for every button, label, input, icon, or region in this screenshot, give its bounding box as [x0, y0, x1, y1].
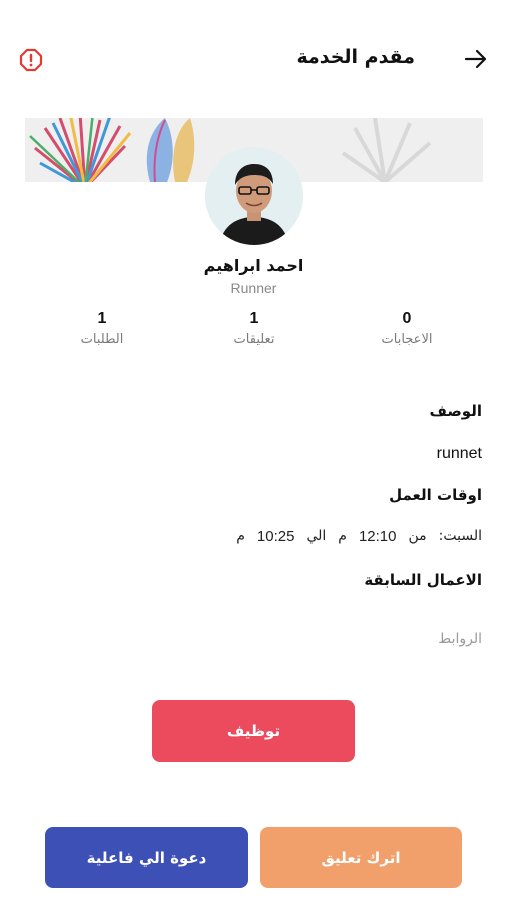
- page-title: مقدم الخدمة: [296, 46, 415, 68]
- app-header: مقدم الخدمة: [0, 0, 507, 120]
- hire-button[interactable]: توظيف: [152, 700, 355, 762]
- to-period: م: [236, 528, 245, 544]
- stat-likes[interactable]: 0 الاعجابات: [352, 310, 462, 347]
- likes-label: الاعجابات: [381, 332, 433, 347]
- from-period: م: [338, 528, 347, 544]
- work-hours-title: اوقات العمل: [389, 486, 482, 504]
- likes-count: 0: [402, 310, 412, 327]
- stat-orders[interactable]: 1 الطلبات: [47, 310, 157, 347]
- invite-to-event-button[interactable]: دعوة الي فاعلية: [45, 827, 248, 888]
- comments-label: تعليقات: [233, 332, 275, 347]
- from-label: من: [408, 528, 427, 544]
- alert-octagon-icon: [19, 48, 43, 72]
- work-hours-row: السبت: من 12:10 م الي 10:25 م: [236, 528, 482, 545]
- comments-count: 1: [249, 310, 259, 327]
- back-button[interactable]: [459, 44, 493, 74]
- to-time: 10:25: [256, 528, 295, 545]
- leave-comment-button[interactable]: اترك تعليق: [260, 827, 462, 888]
- user-role: Runner: [230, 280, 277, 296]
- description-title: الوصف: [429, 402, 482, 420]
- user-name: احمد ابراهيم: [203, 256, 304, 275]
- to-label: الي: [306, 528, 327, 544]
- arrow-right-icon: [464, 49, 487, 69]
- report-button[interactable]: [18, 47, 44, 73]
- stat-comments[interactable]: 1 تعليقات: [199, 310, 309, 347]
- orders-label: الطلبات: [80, 332, 124, 347]
- from-time: 12:10: [358, 528, 397, 545]
- work-day: السبت:: [438, 528, 482, 544]
- links-label[interactable]: الروابط: [438, 631, 482, 647]
- avatar: [205, 147, 303, 245]
- previous-work-title: الاعمال السابقة: [364, 571, 482, 589]
- description-text: runnet: [436, 445, 482, 462]
- orders-count: 1: [97, 310, 107, 327]
